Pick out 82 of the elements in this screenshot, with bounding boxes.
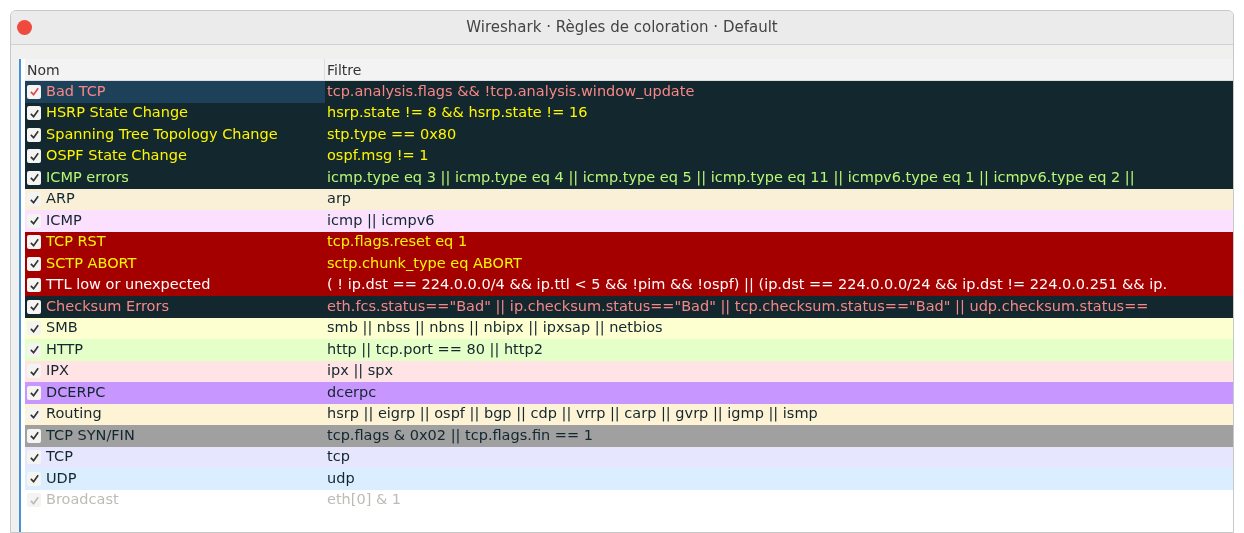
rule-row[interactable]: Routing hsrp || eigrp || ospf || bgp || cdp || vrrp || carp || gvrp || igmp || ismp: [25, 403, 1233, 425]
rule-name: Bad TCP: [46, 81, 106, 101]
rule-row[interactable]: Checksum Errors eth.fcs.status=="Bad" || ip.checksum.status=="Bad" || tcp.checksum.status=="Bad" || udp.checksum.status==: [25, 296, 1233, 318]
rule-row[interactable]: ICMP errors icmp.type eq 3 || icmp.type eq 4 || icmp.type eq 5 || icmp.type eq 11 || icmpv6.type eq 1 || icmpv6.type eq 2 ||: [25, 167, 1233, 189]
rule-filter: http || tcp.port == 80 || http2: [326, 339, 543, 360]
rule-filter: sctp.chunk_type eq ABORT: [326, 253, 522, 273]
rule-filter: icmp.type eq 3 || icmp.type eq 4 || icmp.type eq 5 || icmp.type eq 11 || icmpv6.type eq 1 || icmpv6.type eq 2 ||: [326, 167, 1135, 188]
checkbox[interactable]: [27, 256, 41, 271]
checkbox[interactable]: [27, 407, 41, 422]
checkbox[interactable]: [27, 299, 41, 314]
rule-filter: hsrp || eigrp || ospf || bgp || cdp || vrrp || carp || gvrp || igmp || ismp: [326, 404, 818, 424]
rule-name: TCP SYN/FIN: [46, 425, 135, 445]
rule-name: Checksum Errors: [46, 296, 169, 316]
rule-row[interactable]: Spanning Tree Topology Change stp.type == 0x80: [25, 124, 1233, 146]
rule-name: UDP: [46, 468, 77, 488]
rule-name: TCP: [46, 447, 73, 467]
checkbox[interactable]: [27, 278, 41, 293]
rule-filter: arp: [326, 189, 352, 209]
rule-row[interactable]: TCP SYN/FIN tcp.flags & 0x02 || tcp.flags.fin == 1: [25, 425, 1233, 447]
checkbox[interactable]: [27, 213, 41, 228]
rule-filter: ospf.msg != 1: [326, 146, 429, 166]
rule-name: SCTP ABORT: [46, 253, 137, 273]
rule-name: SMB: [46, 318, 78, 338]
rule-filter: tcp.flags.reset eq 1: [326, 232, 468, 252]
close-button[interactable]: [17, 20, 32, 35]
rule-filter: tcp: [326, 447, 350, 467]
rule-name: TTL low or unexpected: [46, 275, 211, 295]
checkbox[interactable]: [27, 192, 41, 207]
checkbox[interactable]: [27, 385, 41, 400]
column-header[interactable]: Filtre: [325, 59, 362, 80]
rule-row[interactable]: HSRP State Change hsrp.state != 8 && hsrp.state != 16: [25, 102, 1233, 124]
checkbox[interactable]: [27, 149, 41, 164]
rule-filter: hsrp.state != 8 && hsrp.state != 16: [326, 103, 588, 123]
rule-filter: smb || nbss || nbns || nbipx || ipxsap || netbios: [326, 318, 663, 338]
rule-row[interactable]: ARP arp: [25, 188, 1233, 210]
rule-filter: eth.fcs.status=="Bad" || ip.checksum.status=="Bad" || tcp.checksum.status=="Bad" || udp.checksum.status==: [326, 296, 1149, 317]
rule-filter: tcp.flags & 0x02 || tcp.flags.fin == 1: [326, 425, 593, 446]
rule-filter: ( ! ip.dst == 224.0.0.0/4 && ip.ttl < 5 && !pim && !ospf) || (ip.dst == 224.0.0.0/24 && ip.dst != 224.0.0.251 && ip.: [326, 275, 1168, 295]
rule-filter: tcp.analysis.flags && !tcp.analysis.window_update: [326, 81, 695, 101]
rule-filter: icmp || icmpv6: [326, 210, 435, 231]
rule-name: TCP RST: [46, 232, 106, 252]
rule-filter: udp: [326, 468, 355, 488]
rule-row[interactable]: SMB smb || nbss || nbns || nbipx || ipxsap || netbios: [25, 317, 1233, 339]
checkbox[interactable]: [27, 364, 41, 379]
rule-name: DCERPC: [46, 382, 106, 402]
checkbox[interactable]: [27, 170, 41, 185]
rule-name: ICMP errors: [46, 167, 129, 187]
rule-name: ARP: [46, 189, 75, 209]
window-title: Wireshark · Règles de coloration · Default: [466, 17, 778, 39]
rule-name: Broadcast: [46, 490, 119, 510]
checkbox[interactable]: [27, 84, 41, 99]
column-header[interactable]: Nom: [25, 59, 325, 80]
rule-row[interactable]: SCTP ABORT sctp.chunk_type eq ABORT: [25, 253, 1233, 275]
rule-row[interactable]: UDP udp: [25, 468, 1233, 490]
rule-row[interactable]: IPX ipx || spx: [25, 360, 1233, 382]
rule-name: Routing: [46, 404, 102, 424]
checkbox[interactable]: [27, 471, 41, 486]
checkbox[interactable]: [27, 106, 41, 121]
rule-name: HSRP State Change: [46, 103, 189, 123]
rule-row[interactable]: ICMP icmp || icmpv6: [25, 210, 1233, 232]
rule-name: HTTP: [46, 339, 84, 359]
checkbox[interactable]: [27, 127, 41, 142]
rule-row[interactable]: TCP RST tcp.flags.reset eq 1: [25, 231, 1233, 253]
rule-filter: eth[0] & 1: [326, 490, 402, 510]
checkbox[interactable]: [27, 450, 41, 465]
rule-filter: dcerpc: [326, 382, 377, 402]
rule-row[interactable]: OSPF State Change ospf.msg != 1: [25, 145, 1233, 167]
checkbox[interactable]: [27, 235, 41, 250]
rule-filter: stp.type == 0x80: [326, 124, 457, 144]
rule-name: OSPF State Change: [46, 146, 187, 166]
rule-name: ICMP: [46, 210, 82, 230]
rule-name: Spanning Tree Topology Change: [46, 124, 278, 144]
rule-filter: ipx || spx: [326, 361, 394, 381]
rule-row[interactable]: Bad TCP tcp.analysis.flags && !tcp.analysis.window_update: [25, 81, 1233, 103]
checkbox[interactable]: [27, 428, 41, 443]
checkbox[interactable]: [27, 342, 41, 357]
rule-row[interactable]: TCP tcp: [25, 446, 1233, 468]
rule-row[interactable]: DCERPC dcerpc: [25, 382, 1233, 404]
checkbox[interactable]: [27, 321, 41, 336]
rule-row[interactable]: TTL low or unexpected ( ! ip.dst == 224.0.0.0/4 && ip.ttl < 5 && !pim && !ospf) || (ip.dst == 224.0.0.0/24 && ip.dst != 224.0.0.251 && ip.: [25, 274, 1233, 296]
rule-row[interactable]: HTTP http || tcp.port == 80 || http2: [25, 339, 1233, 361]
rule-name: IPX: [46, 361, 69, 381]
